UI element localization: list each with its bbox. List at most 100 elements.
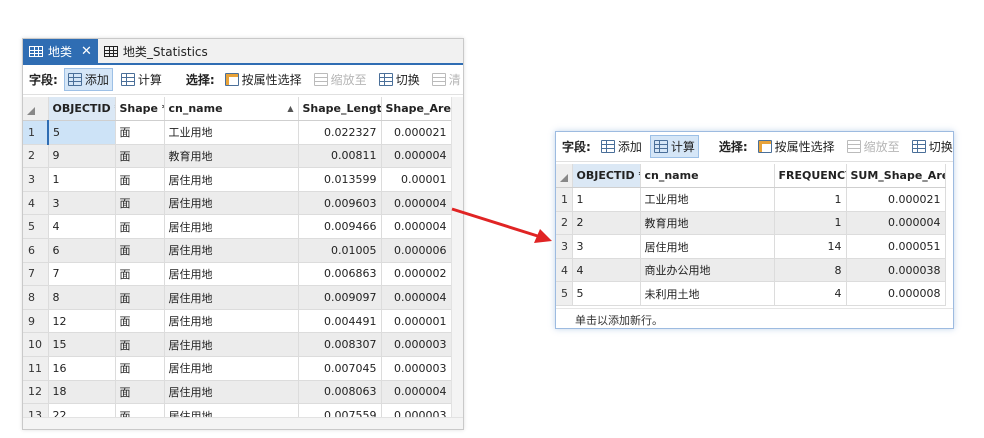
table-cell[interactable]: 面 (115, 403, 165, 417)
row-number[interactable]: 3 (23, 167, 49, 192)
table-row[interactable]: 5 4 面居住用地 0.009466 0.000004 (23, 214, 451, 240)
select-all-corner[interactable] (23, 97, 49, 122)
row-number[interactable]: 3 (556, 234, 573, 259)
table-cell[interactable]: 0.00811 (298, 144, 382, 169)
table-cell[interactable]: 面 (115, 356, 165, 381)
table-cell[interactable]: 面 (115, 167, 165, 192)
table-cell[interactable]: 22 (48, 403, 116, 417)
table-cell[interactable]: 0.004491 (298, 309, 382, 334)
table-cell[interactable]: 5 (48, 120, 116, 145)
table-cell[interactable]: 0.000001 (381, 309, 451, 334)
column-header-shape[interactable]: Shape * (115, 97, 165, 122)
table-row[interactable]: 4 4 商业办公用地 8 0.000038 (556, 258, 946, 283)
table-cell[interactable]: 3 (572, 234, 641, 259)
row-number[interactable]: 7 (23, 262, 49, 287)
table-cell[interactable]: 1 (48, 167, 116, 192)
table-cell[interactable]: 12 (48, 309, 116, 334)
table-cell[interactable]: 0.000008 (846, 281, 946, 307)
table-cell[interactable]: 面 (115, 144, 165, 169)
table-cell[interactable]: 工业用地 (640, 187, 775, 212)
table-row[interactable]: 9 12 面居住用地 0.004491 0.000001 (23, 309, 451, 334)
table-cell[interactable]: 0.009097 (298, 285, 382, 310)
row-number[interactable]: 4 (556, 258, 573, 283)
table-cell[interactable]: 3 (48, 191, 116, 216)
table-cell[interactable]: 4 (774, 281, 847, 307)
column-header-objectid[interactable]: OBJECTID * (572, 164, 641, 189)
table-cell[interactable]: 居住用地 (164, 403, 299, 417)
column-header-sum-shape-area[interactable]: SUM_Shape_Area (846, 164, 946, 189)
column-header-shape-length[interactable]: Shape_Length (298, 97, 382, 122)
table-cell[interactable]: 16 (48, 356, 116, 381)
table-cell[interactable]: 居住用地 (164, 380, 299, 405)
table-cell[interactable]: 0.000004 (846, 211, 946, 236)
table-row[interactable]: 3 1 面居住用地 0.013599 0.00001 (23, 167, 451, 192)
table-cell[interactable]: 5 (572, 281, 641, 307)
table-cell[interactable]: 0.007559 (298, 403, 382, 417)
table-cell[interactable]: 0.000004 (381, 144, 451, 169)
table-cell[interactable]: 居住用地 (164, 191, 299, 216)
table-cell[interactable]: 0.008063 (298, 380, 382, 405)
table-cell[interactable]: 居住用地 (164, 262, 299, 287)
table-cell[interactable]: 1 (572, 187, 641, 212)
table-cell[interactable]: 面 (115, 332, 165, 358)
table-cell[interactable]: 未利用土地 (640, 281, 775, 307)
calculate-field-button[interactable]: 计算 (117, 68, 166, 91)
select-by-attribute-button[interactable]: 按属性选择 (754, 135, 839, 158)
table-cell[interactable]: 0.000004 (381, 214, 451, 240)
table-cell[interactable]: 0.000038 (846, 258, 946, 283)
table-cell[interactable]: 14 (774, 234, 847, 259)
table-row[interactable]: 11 16 面居住用地 0.007045 0.000003 (23, 356, 451, 381)
table-row[interactable]: 13 22 面居住用地 0.007559 0.000003 (23, 403, 451, 417)
table-cell[interactable]: 面 (115, 238, 165, 263)
table-cell[interactable]: 0.000003 (381, 332, 451, 358)
table-cell[interactable]: 0.000003 (381, 356, 451, 381)
table-cell[interactable]: 面 (115, 285, 165, 310)
table-row[interactable]: 5 5 未利用土地 4 0.000008 (556, 281, 946, 307)
table-row[interactable]: 4 3 面居住用地 0.009603 0.000004 (23, 191, 451, 216)
column-header-cn-name[interactable]: cn_name ▲ (164, 97, 299, 122)
add-new-row-hint[interactable]: 单击以添加新行。 (575, 312, 663, 328)
table-cell[interactable]: 15 (48, 332, 116, 358)
switch-selection-button[interactable]: 切换 (375, 68, 424, 91)
table-cell[interactable]: 面 (115, 191, 165, 216)
table-row[interactable]: 10 15 面居住用地 0.008307 0.000003 (23, 332, 451, 358)
tab-dilei[interactable]: 地类 ✕ (23, 39, 98, 63)
table-row[interactable]: 1 5 面工业用地 0.022327 0.000021 (23, 120, 451, 145)
table-cell[interactable]: 18 (48, 380, 116, 405)
table-cell[interactable]: 教育用地 (164, 144, 299, 169)
table-cell[interactable]: 面 (115, 214, 165, 240)
table-cell[interactable]: 面 (115, 309, 165, 334)
vertical-scrollbar[interactable] (451, 97, 463, 417)
column-header-cn-name[interactable]: cn_name (640, 164, 775, 189)
table-cell[interactable]: 9 (48, 144, 116, 169)
table-cell[interactable]: 0.000051 (846, 234, 946, 259)
zoom-to-button[interactable]: 缩放至 (310, 68, 371, 91)
table-cell[interactable]: 2 (572, 211, 641, 236)
table-cell[interactable]: 教育用地 (640, 211, 775, 236)
tab-dilei-statistics[interactable]: 地类_Statistics (98, 39, 214, 63)
close-icon[interactable]: ✕ (81, 44, 92, 59)
calculate-field-button[interactable]: 计算 (649, 135, 699, 158)
table-cell[interactable]: 面 (115, 120, 165, 145)
table-cell[interactable]: 6 (48, 238, 116, 263)
table-row[interactable]: 1 1 工业用地 1 0.000021 (556, 187, 946, 212)
table-cell[interactable]: 0.00001 (381, 167, 451, 192)
row-number[interactable]: 5 (23, 214, 49, 240)
column-header-objectid[interactable]: OBJECTID * (48, 97, 116, 122)
table-cell[interactable]: 居住用地 (164, 238, 299, 263)
table-cell[interactable]: 1 (774, 211, 847, 236)
table-row[interactable]: 2 9 面教育用地 0.00811 0.000004 (23, 144, 451, 169)
row-number[interactable]: 5 (556, 281, 573, 307)
table-cell[interactable]: 0.022327 (298, 120, 382, 145)
table-cell[interactable]: 居住用地 (164, 214, 299, 240)
table-cell[interactable]: 0.008307 (298, 332, 382, 358)
row-number[interactable]: 12 (23, 380, 49, 405)
row-number[interactable]: 9 (23, 309, 49, 334)
row-number[interactable]: 10 (23, 332, 49, 358)
table-cell[interactable]: 4 (48, 214, 116, 240)
table-cell[interactable]: 1 (774, 187, 847, 212)
zoom-to-button[interactable]: 缩放至 (843, 135, 904, 158)
table-cell[interactable]: 0.000021 (381, 120, 451, 145)
add-field-button[interactable]: 添加 (63, 68, 113, 91)
table-cell[interactable]: 0.01005 (298, 238, 382, 263)
